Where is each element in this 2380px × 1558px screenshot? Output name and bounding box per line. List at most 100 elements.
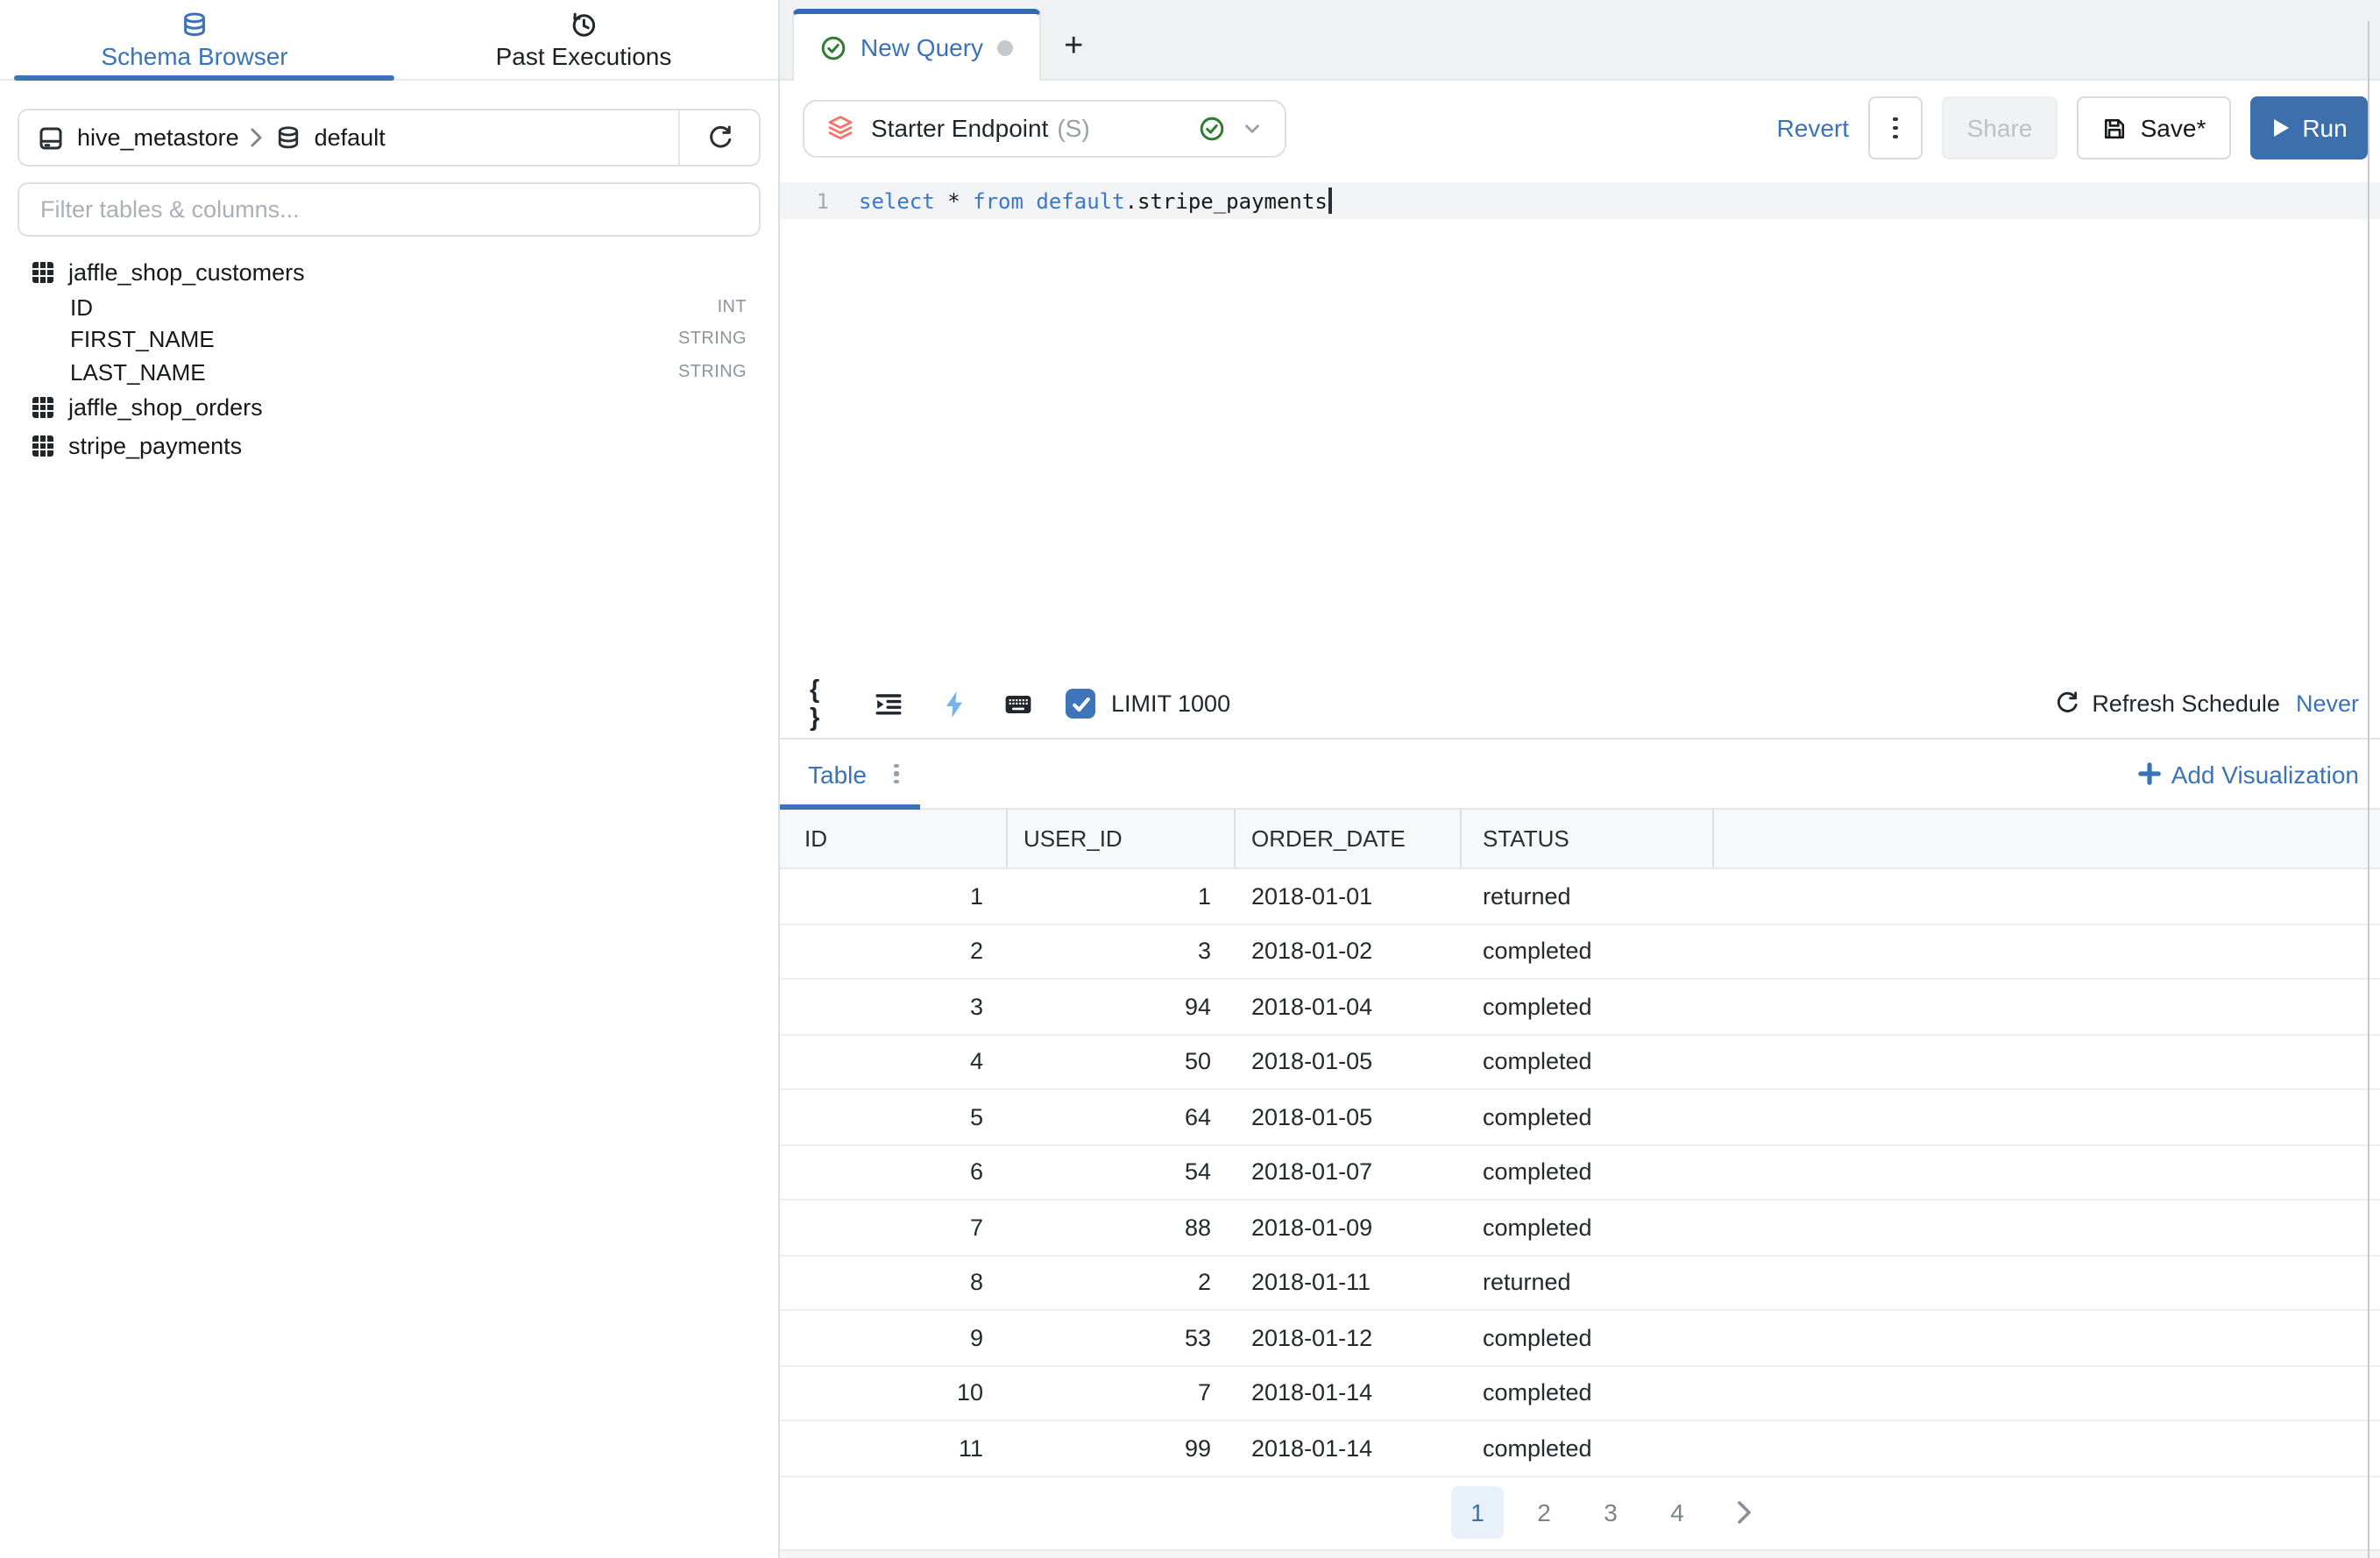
revert-button[interactable]: Revert (1777, 114, 1849, 142)
schema-tree: jaffle_shop_customers IDINTFIRST_NAMESTRI… (0, 252, 778, 465)
add-tab-button[interactable]: + (1064, 30, 1083, 63)
table-row[interactable]: 3942018-01-04completed (780, 980, 2380, 1035)
toolbar-actions: Revert Share Save* (1777, 96, 2368, 159)
run-label: Run (2302, 114, 2347, 142)
table-cell: 1 (1008, 869, 1236, 923)
filter-input[interactable] (18, 182, 761, 237)
schema-table-item[interactable]: jaffle_shop_customers (0, 252, 778, 291)
column-name: LAST_NAME (70, 359, 206, 386)
query-tab-bar: New Query + (780, 0, 2380, 81)
line-number: 1 (780, 188, 843, 213)
table-row[interactable]: 7882018-01-09completed (780, 1200, 2380, 1256)
schema-table-item[interactable]: jaffle_shop_orders (0, 388, 778, 427)
table-cell (1714, 869, 2380, 923)
tab-schema-browser[interactable]: Schema Browser (0, 0, 389, 79)
column-header[interactable]: STATUS (1462, 810, 1714, 868)
table-cell: completed (1462, 924, 1714, 978)
schema-column-item[interactable]: LAST_NAMESTRING (0, 356, 778, 388)
column-header[interactable]: ORDER_DATE (1236, 810, 1462, 868)
sidebar-tab-label: Schema Browser (101, 44, 287, 68)
table-cell: 2 (1008, 1256, 1236, 1309)
table-name: jaffle_shop_customers (68, 258, 305, 285)
editor-line[interactable]: 1 select * from default.stripe_payments (780, 182, 2380, 219)
table-cell: 2018-01-01 (1236, 869, 1462, 923)
breadcrumb-catalog[interactable]: hive_metastore (77, 124, 239, 151)
save-label: Save* (2141, 114, 2206, 142)
add-visualization-button[interactable]: Add Visualization (2138, 760, 2359, 788)
table-cell (1714, 1145, 2380, 1199)
run-button[interactable]: Run (2250, 96, 2368, 159)
query-tab-label: New Query (861, 33, 983, 61)
table-cell: returned (1462, 1256, 1714, 1309)
table-row[interactable]: 822018-01-11returned (780, 1256, 2380, 1311)
table-cell: 2 (780, 924, 1008, 978)
page-button[interactable]: 2 (1518, 1486, 1570, 1539)
refresh-schedule-value[interactable]: Never (2296, 690, 2359, 717)
table-row[interactable]: 112018-01-01returned (780, 869, 2380, 924)
limit-checkbox[interactable] (1066, 689, 1095, 719)
bottom-strip (780, 1549, 2380, 1558)
sql-token (935, 188, 947, 213)
lightning-icon[interactable] (939, 690, 967, 718)
table-row[interactable]: 5642018-01-05completed (780, 1090, 2380, 1145)
history-icon (570, 11, 598, 39)
page-button[interactable]: 4 (1651, 1486, 1704, 1539)
query-toolbar: Starter Endpoint (S) Revert Share (780, 81, 2380, 175)
tab-table-visualization[interactable]: Table (808, 760, 867, 788)
breadcrumb-schema[interactable]: default (315, 124, 386, 151)
more-options-button[interactable] (1868, 96, 1923, 159)
table-cell: 94 (1008, 980, 1236, 1033)
breadcrumb[interactable]: hive_metastore default (19, 124, 678, 152)
sql-editor[interactable]: 1 select * from default.stripe_payments (780, 175, 2380, 669)
schema-column-item[interactable]: FIRST_NAMESTRING (0, 323, 778, 356)
table-cell: 2018-01-04 (1236, 980, 1462, 1033)
next-page-button[interactable] (1718, 1486, 1770, 1539)
table-cell: 7 (1008, 1366, 1236, 1420)
refresh-icon (2053, 690, 2079, 717)
table-row[interactable]: 11992018-01-14completed (780, 1421, 2380, 1477)
table-icon (32, 396, 54, 419)
table-cell: completed (1462, 1366, 1714, 1420)
table-cell: 2018-01-14 (1236, 1366, 1462, 1420)
refresh-schema-button[interactable] (678, 110, 759, 165)
share-button[interactable]: Share (1942, 96, 2058, 159)
table-row[interactable]: 6542018-01-07completed (780, 1145, 2380, 1200)
schema-table-item[interactable]: stripe_payments (0, 427, 778, 465)
plus-icon (2138, 762, 2161, 785)
table-row[interactable]: 1072018-01-14completed (780, 1366, 2380, 1421)
catalog-icon (37, 124, 65, 152)
tab-past-executions[interactable]: Past Executions (389, 0, 778, 79)
table-row[interactable]: 232018-01-02completed (780, 924, 2380, 980)
table-row[interactable]: 4502018-01-05completed (780, 1035, 2380, 1090)
visualization-options-button[interactable] (895, 764, 898, 783)
sql-token: select (859, 188, 935, 213)
schema-column-item[interactable]: IDINT (0, 291, 778, 323)
table-cell: 2018-01-07 (1236, 1145, 1462, 1199)
table-cell: 2018-01-11 (1236, 1256, 1462, 1309)
results-header: Table Add Visualization (780, 738, 2380, 810)
page-button[interactable]: 1 (1451, 1486, 1504, 1539)
save-button[interactable]: Save* (2077, 96, 2231, 159)
table-cell: 7 (780, 1200, 1008, 1254)
endpoint-selector[interactable]: Starter Endpoint (S) (803, 99, 1286, 157)
table-cell (1714, 980, 2380, 1033)
format-braces-icon[interactable]: { } (810, 676, 838, 732)
indent-icon[interactable] (875, 690, 903, 718)
table-cell: returned (1462, 869, 1714, 923)
limit-label: LIMIT 1000 (1111, 690, 1230, 717)
table-cell: 10 (780, 1366, 1008, 1420)
scrollbar-track[interactable] (2368, 21, 2369, 1558)
active-tab-underline (14, 75, 394, 81)
page-button[interactable]: 3 (1584, 1486, 1637, 1539)
column-type: STRING (678, 330, 747, 350)
active-visualization-underline (780, 804, 920, 810)
chevron-down-icon (1241, 117, 1264, 139)
keyboard-shortcuts-icon[interactable] (1004, 690, 1032, 718)
refresh-icon (705, 124, 733, 152)
pagination: 1234 (780, 1477, 2380, 1548)
column-header[interactable]: USER_ID (1008, 810, 1236, 868)
table-row[interactable]: 9532018-01-12completed (780, 1311, 2380, 1366)
tab-new-query[interactable]: New Query (792, 9, 1041, 81)
table-cell (1714, 1311, 2380, 1364)
column-header[interactable]: ID (780, 810, 1008, 868)
